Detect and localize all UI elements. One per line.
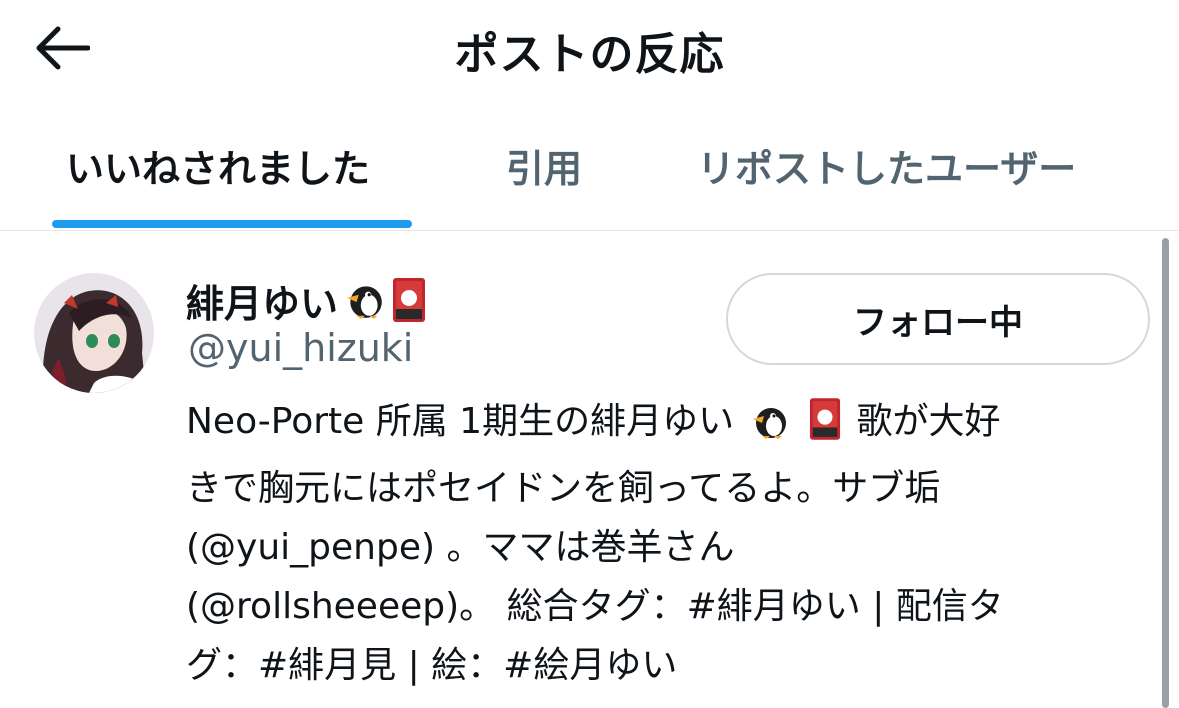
bio-line: (@rollsheeeep)。 総合タグ：#緋月ゆい | 配信タ — [186, 586, 1004, 627]
bio-text: Neo-Porte 所属 1期生の緋月ゆい — [186, 401, 735, 442]
hanafuda-icon — [392, 277, 426, 323]
display-name[interactable]: 緋月ゆい — [186, 273, 338, 328]
penguin-icon — [344, 279, 386, 321]
bio-line: (@yui_penpe) 。ママは巻羊さん — [186, 527, 735, 568]
active-tab-indicator — [52, 220, 412, 228]
user-handle[interactable]: @yui_hizuki — [188, 326, 413, 370]
user-bio: Neo-Porte 所属 1期生の緋月ゆい 歌が大好 きで胸元にはポセイドンを飼… — [186, 392, 1136, 695]
divider — [0, 230, 1179, 231]
penguin-icon — [750, 400, 790, 459]
user-cell[interactable]: 緋月ゆい @yui_hizuki フォロー中 Neo-Porte 所属 1期生の… — [0, 232, 1150, 695]
hanafuda-icon — [809, 397, 841, 459]
tab-reposts[interactable]: リポストしたユーザー — [697, 138, 1076, 193]
tab-likes[interactable]: いいねされました — [66, 138, 370, 193]
following-button[interactable]: フォロー中 — [726, 273, 1150, 365]
name-row: 緋月ゆい — [186, 272, 426, 328]
bio-line: グ：#緋月見 | 絵：#絵月ゆい — [186, 645, 678, 686]
scrollbar[interactable] — [1162, 238, 1169, 708]
top-bar: ポストの反応 — [0, 0, 1179, 100]
bio-text: 歌が大好 — [856, 401, 1001, 442]
tab-quotes[interactable]: 引用 — [506, 138, 582, 193]
bio-line: Neo-Porte 所属 1期生の緋月ゆい 歌が大好 — [186, 392, 1136, 459]
bio-line: きで胸元にはポセイドンを飼ってるよ。サブ垢 — [186, 468, 941, 509]
avatar[interactable] — [34, 273, 154, 393]
page-title: ポストの反応 — [454, 29, 725, 80]
tab-bar: いいねされました 引用 リポストしたユーザー — [0, 120, 1179, 230]
avatar-image — [34, 273, 154, 393]
